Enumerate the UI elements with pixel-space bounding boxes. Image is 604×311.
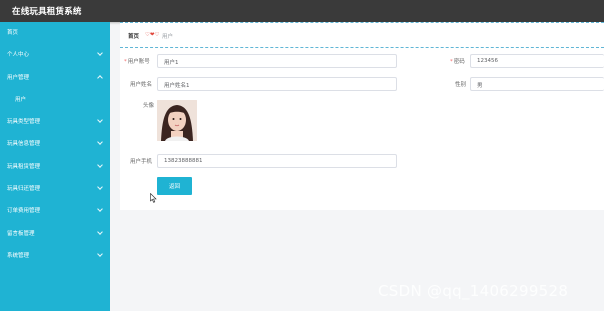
account-field[interactable]: 用户1	[157, 54, 397, 68]
sidebar-item-label: 订单费用管理	[7, 208, 41, 214]
name-label: 用户姓名	[130, 82, 153, 88]
sidebar-item-toy-type-management[interactable]: 玩具类型管理	[0, 114, 110, 130]
sidebar-item-toy-info-management[interactable]: 玩具信息管理	[0, 136, 110, 152]
sidebar-item-users[interactable]: 用户	[0, 92, 110, 108]
avatar-image	[157, 100, 197, 141]
gender-label: 性别	[455, 82, 467, 88]
name-field[interactable]: 用户姓名1	[157, 77, 397, 91]
app-title: 在线玩具租赁系统	[12, 7, 82, 17]
mouse-pointer-icon	[150, 193, 157, 203]
password-field[interactable]: 123456	[470, 54, 604, 68]
account-label: *用户账号	[124, 59, 150, 65]
sidebar-item-label: 个人中心	[7, 52, 30, 58]
password-label: *密码	[450, 59, 465, 65]
return-button[interactable]: 返回	[157, 177, 192, 195]
breadcrumb-home-link[interactable]: 首页	[128, 32, 139, 40]
chevron-down-icon	[97, 117, 103, 123]
gender-field[interactable]: 男	[470, 77, 604, 91]
sidebar-item-label: 玩具归还管理	[7, 186, 41, 192]
sidebar-item-label: 用户管理	[7, 75, 30, 81]
sidebar-item-system-management[interactable]: 系统管理	[0, 248, 110, 264]
main-content: 首页 ♡❤♡ 用户 *用户账号 用户1 *密码 123456 用户姓名 用户姓名…	[120, 22, 604, 210]
avatar-label: 头像	[143, 103, 155, 109]
chevron-down-icon	[97, 139, 103, 145]
chevron-up-icon	[97, 75, 103, 81]
sidebar-item-personal-center[interactable]: 个人中心	[0, 47, 110, 63]
sidebar-item-order-fee-management[interactable]: 订单费用管理	[0, 203, 110, 219]
sidebar-item-toy-return-management[interactable]: 玩具归还管理	[0, 181, 110, 197]
sidebar-item-message-board-management[interactable]: 留言板管理	[0, 226, 110, 242]
chevron-down-icon	[97, 50, 103, 56]
sidebar-item-label: 系统管理	[7, 253, 30, 259]
sidebar-item-label: 首页	[7, 30, 19, 36]
chevron-down-icon	[97, 251, 103, 257]
chevron-down-icon	[97, 206, 103, 212]
sidebar-item-label: 玩具类型管理	[7, 119, 41, 125]
breadcrumb-separator: ♡❤♡	[145, 32, 160, 38]
chevron-down-icon	[97, 162, 103, 168]
sidebar-item-home[interactable]: 首页	[0, 25, 110, 41]
chevron-down-icon	[97, 184, 103, 190]
watermark: CSDN @qq_1406299528	[378, 282, 569, 300]
chevron-down-icon	[97, 229, 103, 235]
sidebar-item-label: 玩具租赁管理	[7, 164, 41, 170]
phone-label: 用户手机	[130, 159, 153, 165]
sidebar: 首页 个人中心 用户管理 用户 玩具类型管理 玩具信息管理 玩具租赁管理 玩具归…	[0, 22, 110, 311]
sidebar-item-user-management[interactable]: 用户管理	[0, 70, 110, 86]
breadcrumb: 首页 ♡❤♡ 用户	[120, 22, 604, 48]
sidebar-item-label: 玩具信息管理	[7, 141, 41, 147]
sidebar-item-label: 用户	[15, 97, 27, 103]
breadcrumb-current: 用户	[162, 34, 174, 40]
top-bar: 在线玩具租赁系统	[0, 0, 604, 22]
sidebar-item-toy-rental-management[interactable]: 玩具租赁管理	[0, 159, 110, 175]
sidebar-item-label: 留言板管理	[7, 231, 35, 237]
phone-field[interactable]: 13823888881	[157, 154, 397, 168]
